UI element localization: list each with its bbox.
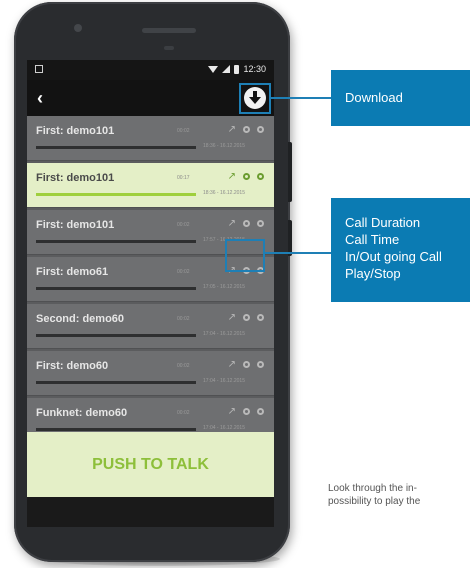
callout-line-direction: In/Out going Call	[345, 249, 442, 264]
call-time: 18:36 - 16.12.2015	[203, 143, 245, 149]
notification-icon	[35, 65, 43, 73]
call-duration: 00:02	[177, 363, 190, 369]
call-duration: 00:17	[177, 175, 190, 181]
playback-progress-bar[interactable]	[36, 428, 196, 431]
play-icon[interactable]	[243, 361, 250, 368]
call-duration: 00:02	[177, 316, 190, 322]
stop-icon[interactable]	[257, 408, 264, 415]
front-camera	[74, 24, 82, 32]
call-duration: 00:02	[177, 222, 190, 228]
caption-text: Look through the in- possibility to play…	[328, 482, 470, 508]
call-direction-icon: ↗	[227, 171, 236, 182]
recording-name: First: demo101	[36, 125, 115, 137]
battery-icon	[234, 64, 240, 74]
call-direction-icon: ↗	[227, 359, 236, 370]
playback-progress-bar[interactable]	[36, 193, 196, 196]
stop-icon[interactable]	[257, 126, 264, 133]
play-icon[interactable]	[243, 314, 250, 321]
status-bar: 12:30	[27, 60, 274, 80]
call-direction-icon: ↗	[227, 124, 236, 135]
back-chevron-icon[interactable]: ‹	[37, 89, 43, 107]
download-callout: Download	[331, 70, 470, 126]
recording-row[interactable]: First: demo60 00:02 ↗ 17:04 - 16.12.2015	[27, 351, 274, 396]
call-direction-icon: ↗	[227, 312, 236, 323]
playback-progress-bar[interactable]	[36, 334, 196, 337]
call-direction-icon: ↗	[227, 406, 236, 417]
play-icon[interactable]	[243, 126, 250, 133]
call-time: 17:04 - 16.12.2015	[203, 331, 245, 337]
app-bar: ‹	[27, 80, 274, 116]
stop-icon[interactable]	[257, 361, 264, 368]
call-duration: 00:02	[177, 269, 190, 275]
callout-line-duration: Call Duration	[345, 215, 421, 230]
power-button	[288, 142, 292, 202]
callout-line-play: Play/Stop	[345, 266, 401, 281]
phone-screen: 12:30 ‹ First: demo101 00:02 ↗ 18:36 - 16.1…	[27, 60, 274, 527]
call-time: 18:36 - 16.12.2015	[203, 190, 245, 196]
download-highlight	[239, 83, 271, 114]
recording-row[interactable]: First: demo101 00:17 ↗ 18:36 - 16.12.2015	[27, 163, 274, 208]
stop-icon[interactable]	[257, 173, 264, 180]
recording-row[interactable]: Second: demo60 00:02 ↗ 17:04 - 16.12.2015	[27, 304, 274, 349]
caption-line-1: Look through the in-	[328, 483, 417, 494]
call-time: 17:04 - 16.12.2015	[203, 378, 245, 384]
play-icon[interactable]	[243, 408, 250, 415]
wifi-icon	[208, 65, 219, 73]
stop-icon[interactable]	[257, 314, 264, 321]
call-time: 17:05 - 16.12.2015	[203, 284, 245, 290]
stop-icon[interactable]	[257, 220, 264, 227]
signal-icon	[222, 65, 231, 73]
call-direction-icon: ↗	[227, 218, 236, 229]
recording-name: First: demo101	[36, 172, 115, 184]
call-time: 17:04 - 16.12.2015	[203, 425, 245, 431]
recording-name: First: demo101	[36, 219, 115, 231]
navigation-bar	[27, 497, 274, 527]
call-duration: 00:02	[177, 410, 190, 416]
recording-name: Second: demo60	[36, 313, 125, 325]
call-info-callout: Call Duration Call Time In/Out going Cal…	[331, 198, 470, 302]
playback-progress-bar[interactable]	[36, 240, 196, 243]
call-info-callout-line	[265, 252, 331, 254]
recording-name: Funknet: demo60	[36, 407, 128, 419]
recording-name: First: demo61	[36, 266, 109, 278]
download-callout-line	[271, 97, 331, 99]
proximity-sensor	[164, 46, 174, 50]
status-time: 12:30	[243, 64, 266, 74]
callout-line-time: Call Time	[345, 232, 400, 247]
volume-button	[288, 220, 292, 256]
caption-line-2: possibility to play the	[328, 496, 421, 507]
recordings-list: First: demo101 00:02 ↗ 18:36 - 16.12.2015 Fi…	[27, 116, 274, 445]
push-to-talk-button[interactable]: PUSH TO TALK	[27, 432, 274, 497]
play-icon[interactable]	[243, 220, 250, 227]
play-icon[interactable]	[243, 173, 250, 180]
recording-name: First: demo60	[36, 360, 109, 372]
playback-progress-bar[interactable]	[36, 287, 196, 290]
playback-progress-bar[interactable]	[36, 146, 196, 149]
recording-row[interactable]: First: demo101 00:02 ↗ 18:36 - 16.12.2015	[27, 116, 274, 161]
call-duration: 00:02	[177, 128, 190, 134]
playback-progress-bar[interactable]	[36, 381, 196, 384]
call-info-highlight	[225, 239, 265, 272]
earpiece-speaker	[142, 28, 196, 33]
